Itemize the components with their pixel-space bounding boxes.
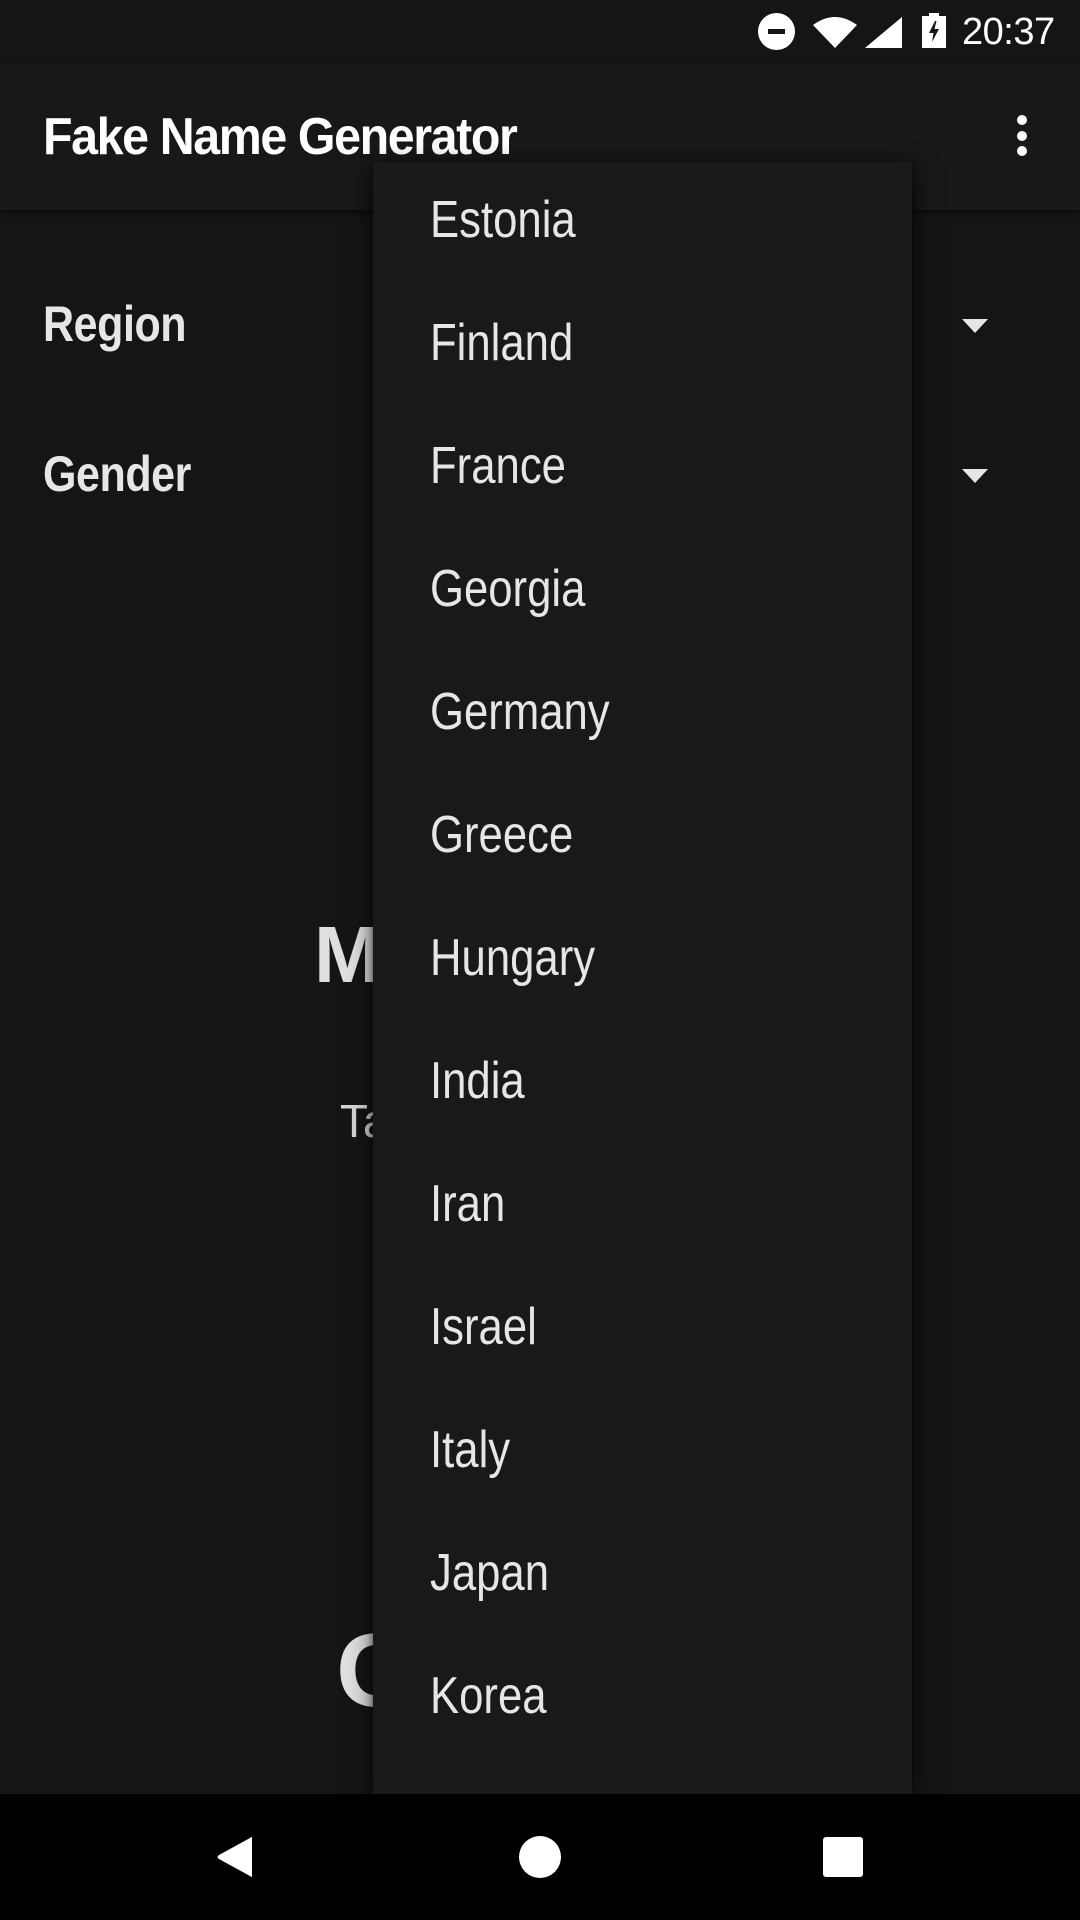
region-option[interactable]: Korea — [373, 1638, 912, 1761]
home-button[interactable] — [519, 1836, 561, 1878]
region-option-label: France — [430, 437, 566, 495]
recents-button[interactable] — [823, 1837, 863, 1877]
region-option-label: Iran — [430, 1175, 506, 1233]
region-label: Region — [43, 296, 187, 352]
more-vert-icon — [1017, 115, 1027, 125]
region-option-label: India — [430, 1052, 525, 1110]
region-option-label: Korea — [430, 1667, 547, 1725]
region-option[interactable]: Finland — [373, 285, 912, 408]
region-dropdown-list[interactable]: Estonia Finland France Georgia Germany G… — [373, 162, 912, 1794]
back-icon — [217, 1837, 252, 1877]
cell-signal-icon — [865, 17, 902, 48]
region-option[interactable]: Japan — [373, 1515, 912, 1638]
system-nav-bar — [0, 1794, 1080, 1920]
more-vert-icon-dot — [1017, 131, 1027, 141]
wifi-icon — [813, 17, 857, 48]
region-option-label: Georgia — [430, 560, 586, 618]
region-option-label: Hungary — [430, 929, 596, 987]
region-option[interactable]: Germany — [373, 654, 912, 777]
region-dropdown-arrow-icon[interactable] — [962, 319, 988, 333]
generated-name: M — [314, 910, 381, 999]
app-title: Fake Name Generator — [43, 108, 518, 166]
region-option-label: Germany — [430, 683, 610, 741]
clock: 20:37 — [962, 11, 1055, 53]
region-option[interactable]: Israel — [373, 1269, 912, 1392]
gender-label: Gender — [43, 446, 191, 502]
region-option-label: Finland — [430, 314, 574, 372]
region-option[interactable]: Italy — [373, 1392, 912, 1515]
region-option-label: Estonia — [430, 191, 576, 249]
do-not-disturb-icon — [758, 13, 795, 50]
status-bar: 20:37 — [0, 0, 1080, 63]
region-option-label: Japan — [430, 1544, 550, 1602]
region-option[interactable]: Estonia — [373, 162, 912, 285]
region-option-label: Italy — [430, 1421, 511, 1479]
region-option[interactable]: Greece — [373, 777, 912, 900]
region-option[interactable]: Hungary — [373, 900, 912, 1023]
region-option[interactable]: India — [373, 1023, 912, 1146]
region-option[interactable]: France — [373, 408, 912, 531]
region-option-label: Israel — [430, 1298, 537, 1356]
back-button[interactable] — [214, 1836, 256, 1878]
region-option[interactable]: Iran — [373, 1146, 912, 1269]
battery-charging-icon — [922, 13, 946, 48]
region-option[interactable]: Georgia — [373, 531, 912, 654]
gender-dropdown-arrow-icon[interactable] — [962, 469, 988, 483]
more-vert-icon-dot — [1017, 146, 1027, 156]
region-option-label: Greece — [430, 806, 574, 864]
more-options-button[interactable] — [1006, 107, 1038, 167]
